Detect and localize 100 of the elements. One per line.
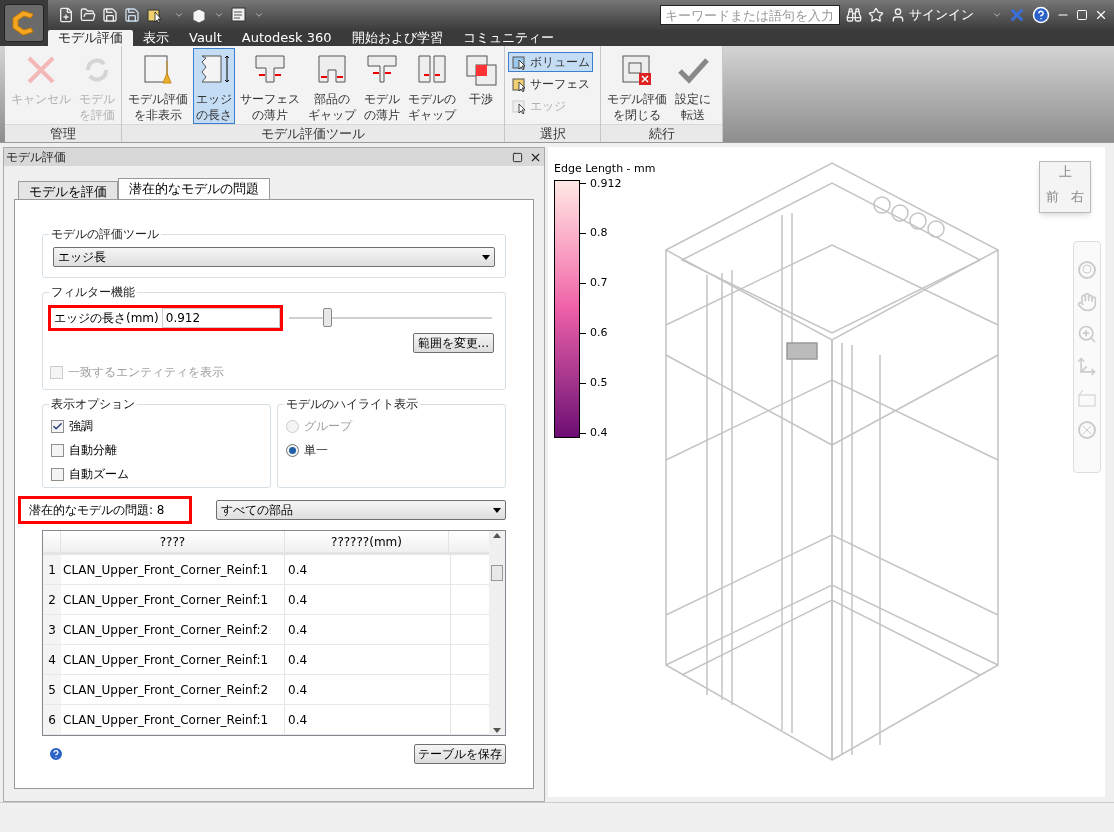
selection-option[interactable]: サーフェス [508,74,593,94]
app-menu-button[interactable] [4,4,44,42]
panel-title: モデル評価 [6,149,66,166]
cube-cursor-icon [511,98,527,114]
group-title: 表示オプション [49,396,137,412]
ribbon-button[interactable]: エッジ の長さ [193,48,235,124]
save-as-icon[interactable] [124,7,140,23]
ribbon-tab[interactable]: 開始および学習 [341,30,453,46]
row-number: 3 [43,615,61,644]
maximize-icon[interactable] [1076,9,1088,21]
edge-length-input[interactable]: 0.912 [161,308,280,328]
scale-tick-label: 0.912 [590,175,622,192]
user-icon [890,7,906,23]
table-cell: 0.4 [285,615,451,644]
scroll-up-icon [493,533,501,538]
table-cell: 0.4 [285,555,451,584]
search-field[interactable]: キーワードまたは語句を入力 [660,5,840,25]
caret-icon[interactable] [214,10,224,20]
binoculars-icon[interactable] [846,7,862,23]
row-number: 6 [43,705,61,734]
row-number: 4 [43,645,61,674]
table-cell: 0.4 [285,645,451,674]
scale-tick-label: 0.7 [590,275,608,292]
table-cell: CLAN_Upper_Front_Corner_Reinf:1 [61,705,285,734]
table-cell: CLAN_Upper_Front_Corner_Reinf:2 [61,615,285,644]
checkbox[interactable] [51,419,64,433]
scale-tick-label: 0.4 [590,424,608,441]
sign-in-button[interactable]: サインイン [890,5,1002,25]
cube-face-label: 前 [1045,188,1060,206]
panel-tab[interactable]: 潜在的なモデルの問題 [118,178,270,199]
interference-icon [464,53,498,87]
tool-dropdown[interactable]: エッジ長 [53,247,495,267]
field-label: エッジの長さ(mm) [54,310,159,327]
table-cell: CLAN_Upper_Front_Corner_Reinf:1 [61,585,285,614]
help-icon[interactable] [1032,6,1050,24]
table-cell: CLAN_Upper_Front_Corner_Reinf:1 [61,555,285,584]
ribbon-tab[interactable]: Autodesk 360 [231,30,342,46]
ribbon-tab[interactable]: モデル評価 [48,30,133,46]
group-title: モデル評価ツール [122,124,504,142]
parts-dropdown[interactable]: すべての部品 [216,500,506,520]
row-number: 1 [43,555,61,584]
new-file-icon[interactable] [58,7,74,23]
checkbox[interactable] [51,443,64,457]
save-icon[interactable] [102,7,118,23]
row-number: 5 [43,675,61,704]
checkbox-label: 自動ズーム [69,466,129,483]
cube-cursor-icon [511,54,527,70]
cube-icon[interactable] [190,6,208,24]
broom-icon [141,53,175,87]
selection-option[interactable]: ボリューム [508,52,593,72]
dropdown-arrow-icon [493,507,501,513]
open-folder-icon[interactable] [80,7,96,23]
panel-tab[interactable]: モデルを評価 [18,181,118,199]
ribbon-tab[interactable]: コミュニティー [452,30,564,46]
column-header[interactable]: ???? [61,531,285,552]
legend-title: Edge Length - mm [554,161,657,177]
group-title: モデルのハイライト表示 [284,396,420,412]
close-window-icon [620,53,654,87]
row-number: 2 [43,585,61,614]
save-table-button[interactable]: テーブルを保存 [414,744,506,764]
radio-button[interactable] [286,443,299,457]
group-title: 選択 [505,124,600,142]
change-range-button[interactable]: 範囲を変更... [412,333,494,353]
radio-label: グループ [304,418,352,435]
table-cell: 0.4 [285,705,451,734]
cube-face-label: 上 [1057,163,1073,181]
cube-face-label: 右 [1070,188,1085,206]
scrollbar[interactable] [489,531,505,735]
checkbox-label: 自動分離 [69,442,117,459]
scale-tick-label: 0.8 [590,225,608,242]
checkbox-label: 強調 [69,418,93,435]
table-cell: 0.4 [285,585,451,614]
table-cell: CLAN_Upper_Front_Corner_Reinf:1 [61,645,285,674]
caret-icon[interactable] [174,10,184,20]
scroll-thumb[interactable] [491,565,503,581]
radio-label: 単一 [304,442,328,459]
column-header[interactable]: ??????(mm) [285,531,449,552]
group-title: モデルの評価ツール [49,226,161,242]
group-title: フィルター機能 [49,284,137,300]
ribbon-tab[interactable]: 表示 [133,30,179,46]
table-cell: CLAN_Upper_Front_Corner_Reinf:2 [61,675,285,704]
table-cell: 0.4 [285,675,451,704]
dropdown-arrow-icon [482,254,490,260]
cube-cursor-icon [511,76,527,92]
checkbox-label: 一致するエンティティを表示 [68,364,224,381]
help-icon[interactable] [48,746,64,762]
checkbox[interactable] [51,467,64,481]
slider-thumb[interactable] [323,308,333,327]
group-title: 管理 [5,124,121,142]
caret-icon[interactable] [254,10,264,20]
close-icon[interactable] [1094,8,1108,22]
undock-icon[interactable] [512,151,523,163]
scale-tick-label: 0.6 [590,325,608,342]
ribbon-tab[interactable]: Vault [179,30,232,46]
group-title: 続行 [601,124,722,142]
scroll-down-icon [493,728,501,733]
issue-count-label: 潜在的なモデルの問題: 8 [18,496,192,524]
scale-tick-label: 0.5 [590,375,608,392]
caret-icon [992,10,1002,20]
star-icon[interactable] [868,7,884,23]
